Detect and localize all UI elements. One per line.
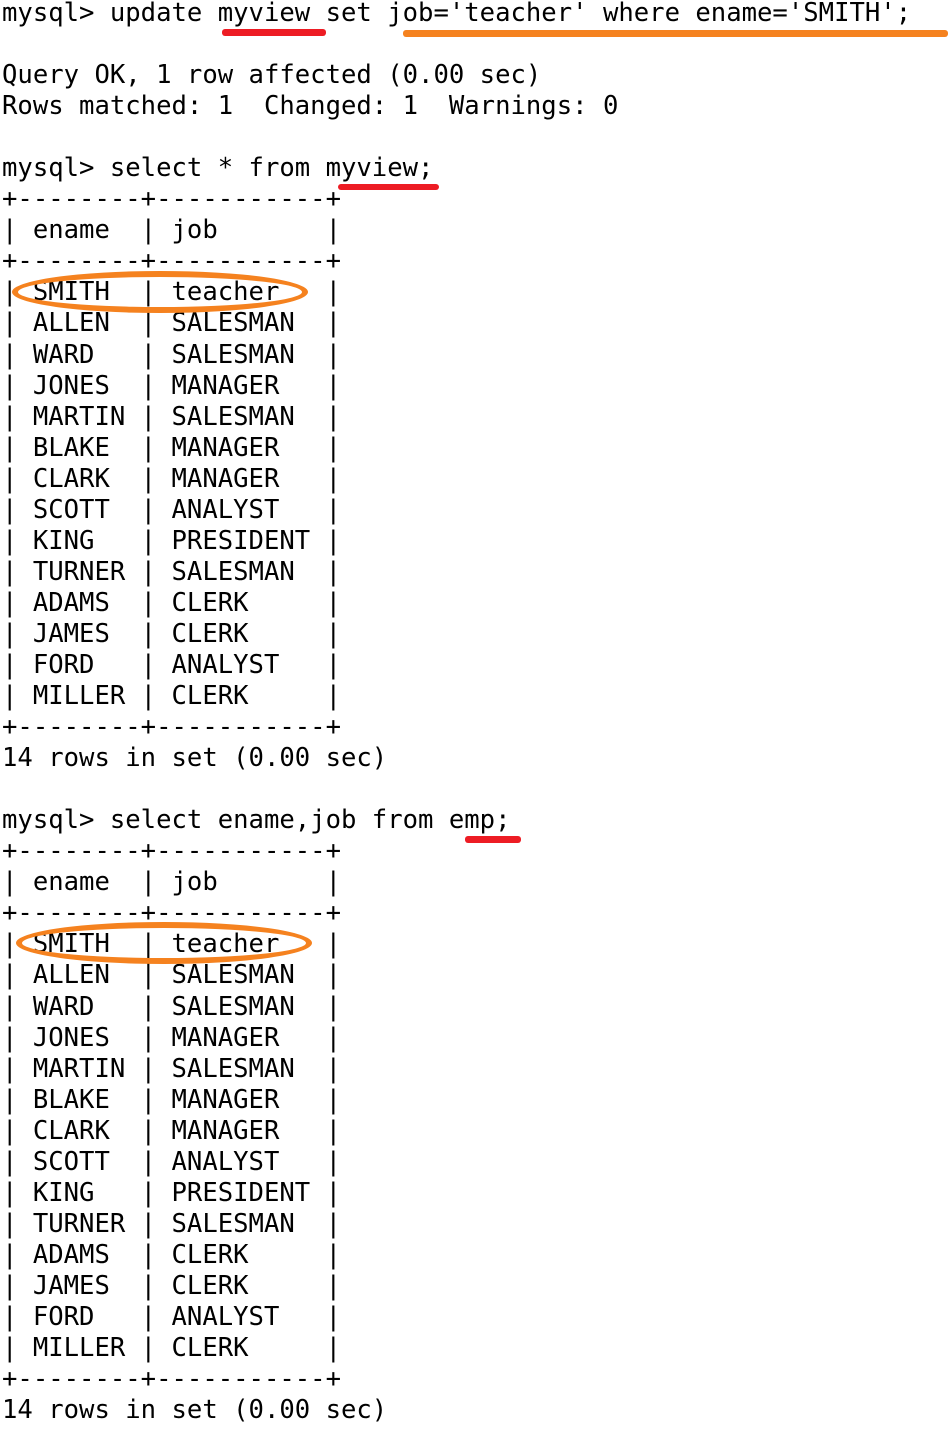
terminal-output-text: mysql> update myview set job='teacher' w… <box>2 0 912 1426</box>
mysql-terminal-window: mysql> update myview set job='teacher' w… <box>0 0 949 1432</box>
